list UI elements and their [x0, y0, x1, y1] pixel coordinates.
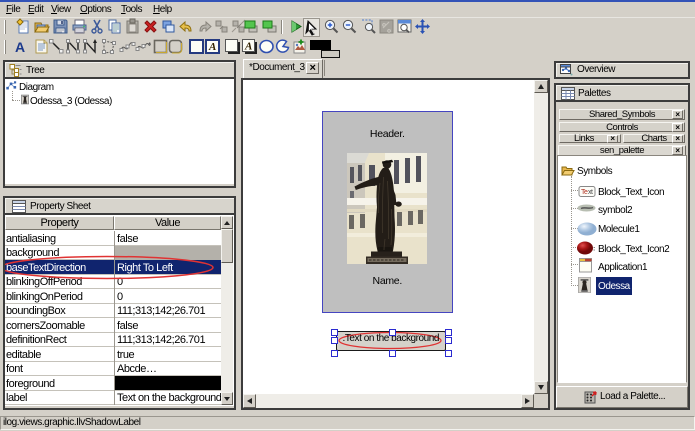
- svg-text:A: A: [244, 41, 252, 53]
- svg-text:Te: Te: [581, 189, 588, 196]
- svg-text:A: A: [208, 41, 216, 53]
- svg-text:xt: xt: [588, 189, 593, 196]
